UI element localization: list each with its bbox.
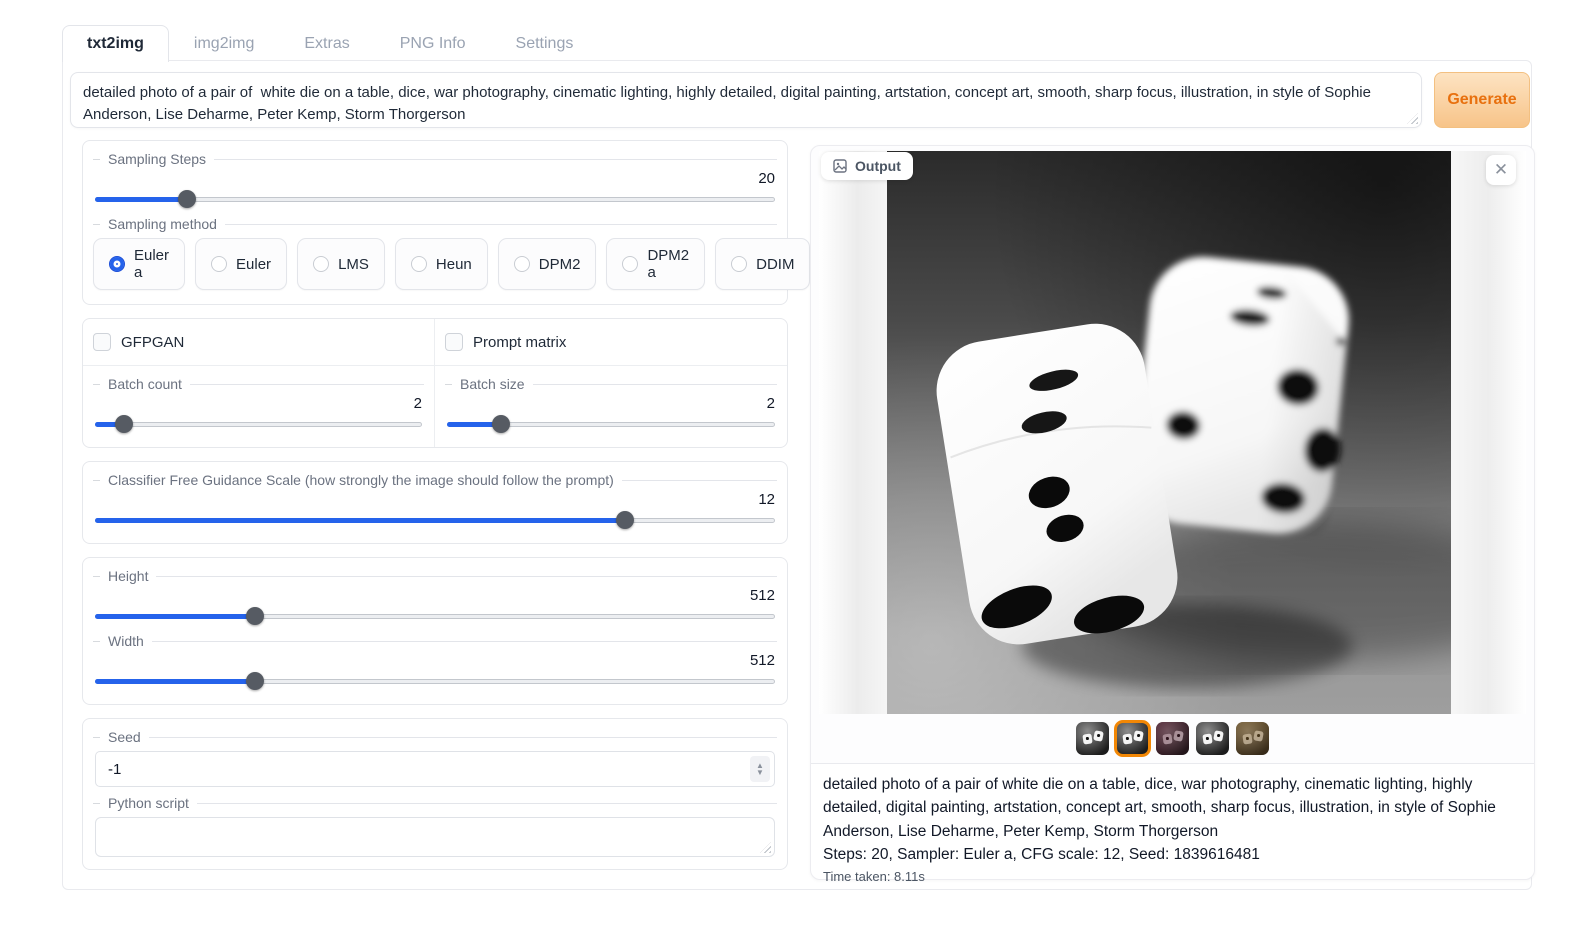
sampler-option-label: DDIM: [756, 256, 794, 273]
radio-icon[interactable]: [313, 256, 329, 272]
radio-icon[interactable]: [109, 256, 125, 272]
tab-txt2img[interactable]: txt2img: [62, 25, 169, 62]
sampler-option-label: Euler a: [134, 247, 169, 281]
cfg-group: Classifier Free Guidance Scale (how stro…: [82, 461, 788, 544]
slider-knob[interactable]: [246, 607, 264, 625]
batch-group: GFPGAN Prompt matrix Batch count 2 Batch…: [82, 318, 788, 448]
python-script-input[interactable]: [95, 817, 775, 857]
caption-prompt: detailed photo of a pair of white die on…: [823, 773, 1522, 843]
sampler-option-dpm2-a[interactable]: DPM2 a: [606, 238, 705, 290]
tab-extras[interactable]: Extras: [279, 25, 374, 62]
gallery-thumbnails: [811, 722, 1534, 755]
batch-count-value: 2: [93, 394, 424, 415]
image-icon: [833, 159, 847, 173]
radio-icon[interactable]: [514, 256, 530, 272]
output-header: Output: [821, 152, 913, 180]
sampler-option-label: Heun: [436, 256, 472, 273]
height-label: Height: [93, 566, 777, 586]
seed-script-group: Seed ▲▼ Python script: [82, 718, 788, 870]
tab-bar: txt2imgimg2imgExtrasPNG InfoSettings: [62, 25, 598, 62]
sampler-option-label: LMS: [338, 256, 369, 273]
checkbox-icon[interactable]: [445, 333, 463, 351]
sampler-option-euler[interactable]: Euler: [195, 238, 287, 290]
sampler-option-dpm2[interactable]: DPM2: [498, 238, 597, 290]
gallery-thumb-result-4[interactable]: [1196, 722, 1229, 755]
gallery-thumb-result-3[interactable]: [1156, 722, 1189, 755]
radio-icon[interactable]: [411, 256, 427, 272]
gallery-thumb-result-5[interactable]: [1236, 722, 1269, 755]
resize-handle-icon[interactable]: [760, 842, 771, 853]
prompt-matrix-checkbox[interactable]: Prompt matrix: [445, 333, 777, 351]
batch-count-slider[interactable]: [95, 415, 422, 433]
result-caption: detailed photo of a pair of white die on…: [811, 763, 1534, 879]
slider-knob[interactable]: [178, 190, 196, 208]
tab-settings[interactable]: Settings: [491, 25, 599, 62]
seed-input[interactable]: [95, 751, 775, 787]
slider-knob[interactable]: [492, 415, 510, 433]
batch-size-value: 2: [445, 394, 777, 415]
prompt-row: detailed photo of a pair of white die on…: [70, 72, 1530, 128]
gallery-thumb-result-1[interactable]: [1076, 722, 1109, 755]
checkbox-icon[interactable]: [93, 333, 111, 351]
sampler-option-ddim[interactable]: DDIM: [715, 238, 810, 290]
output-label: Output: [855, 158, 901, 174]
carousel-prev-peek: [819, 151, 889, 714]
controls-column: Sampling Steps 20 Sampling method Euler …: [82, 140, 788, 883]
generate-button[interactable]: Generate: [1434, 72, 1530, 128]
width-value: 512: [93, 651, 777, 672]
gfpgan-label: GFPGAN: [121, 334, 184, 351]
tab-png-info[interactable]: PNG Info: [375, 25, 491, 62]
prompt-input[interactable]: detailed photo of a pair of white die on…: [71, 73, 1421, 127]
sampler-option-euler-a[interactable]: Euler a: [93, 238, 185, 290]
cfg-scale-slider[interactable]: [95, 511, 775, 529]
sampling-steps-value: 20: [93, 169, 777, 190]
slider-knob[interactable]: [616, 511, 634, 529]
caption-params: Steps: 20, Sampler: Euler a, CFG scale: …: [823, 843, 1522, 866]
height-slider[interactable]: [95, 607, 775, 625]
sampler-option-label: Euler: [236, 256, 271, 273]
sampling-steps-slider[interactable]: [95, 190, 775, 208]
slider-knob[interactable]: [246, 672, 264, 690]
width-slider[interactable]: [95, 672, 775, 690]
cfg-scale-value: 12: [93, 490, 777, 511]
prompt-box: detailed photo of a pair of white die on…: [70, 72, 1422, 128]
sampler-option-heun[interactable]: Heun: [395, 238, 488, 290]
number-spinner[interactable]: ▲▼: [750, 756, 770, 782]
sampling-method-radio-group: Euler aEulerLMSHeunDPM2DPM2 aDDIMPLMS: [93, 238, 777, 290]
sampler-option-lms[interactable]: LMS: [297, 238, 385, 290]
image-stage: [819, 151, 1526, 714]
sampling-method-label: Sampling method: [93, 214, 777, 234]
cfg-scale-label: Classifier Free Guidance Scale (how stro…: [93, 470, 777, 490]
batch-size-label: Batch size: [445, 374, 777, 394]
height-value: 512: [93, 586, 777, 607]
close-icon[interactable]: ✕: [1486, 155, 1516, 185]
batch-count-label: Batch count: [93, 374, 424, 394]
radio-icon[interactable]: [622, 256, 638, 272]
slider-knob[interactable]: [115, 415, 133, 433]
seed-label: Seed: [93, 727, 777, 747]
carousel-next-peek: [1450, 151, 1526, 714]
python-script-label: Python script: [93, 793, 777, 813]
prompt-matrix-label: Prompt matrix: [473, 334, 566, 351]
generated-image[interactable]: [887, 151, 1451, 714]
dimensions-group: Height 512 Width 512: [82, 557, 788, 705]
sampler-option-label: DPM2: [539, 256, 581, 273]
gallery-thumb-result-2[interactable]: [1116, 722, 1149, 755]
sampling-group: Sampling Steps 20 Sampling method Euler …: [82, 140, 788, 305]
sampler-option-label: DPM2 a: [647, 247, 689, 281]
radio-icon[interactable]: [731, 256, 747, 272]
batch-size-slider[interactable]: [447, 415, 775, 433]
width-label: Width: [93, 631, 777, 651]
stable-diffusion-webui: txt2imgimg2imgExtrasPNG InfoSettings det…: [0, 0, 1594, 935]
gfpgan-checkbox[interactable]: GFPGAN: [93, 333, 424, 351]
sampling-steps-label: Sampling Steps: [93, 149, 777, 169]
output-panel: Output ✕: [810, 145, 1535, 880]
radio-icon[interactable]: [211, 256, 227, 272]
time-taken: Time taken: 8.11s: [823, 869, 1522, 884]
tab-img2img[interactable]: img2img: [169, 25, 279, 62]
